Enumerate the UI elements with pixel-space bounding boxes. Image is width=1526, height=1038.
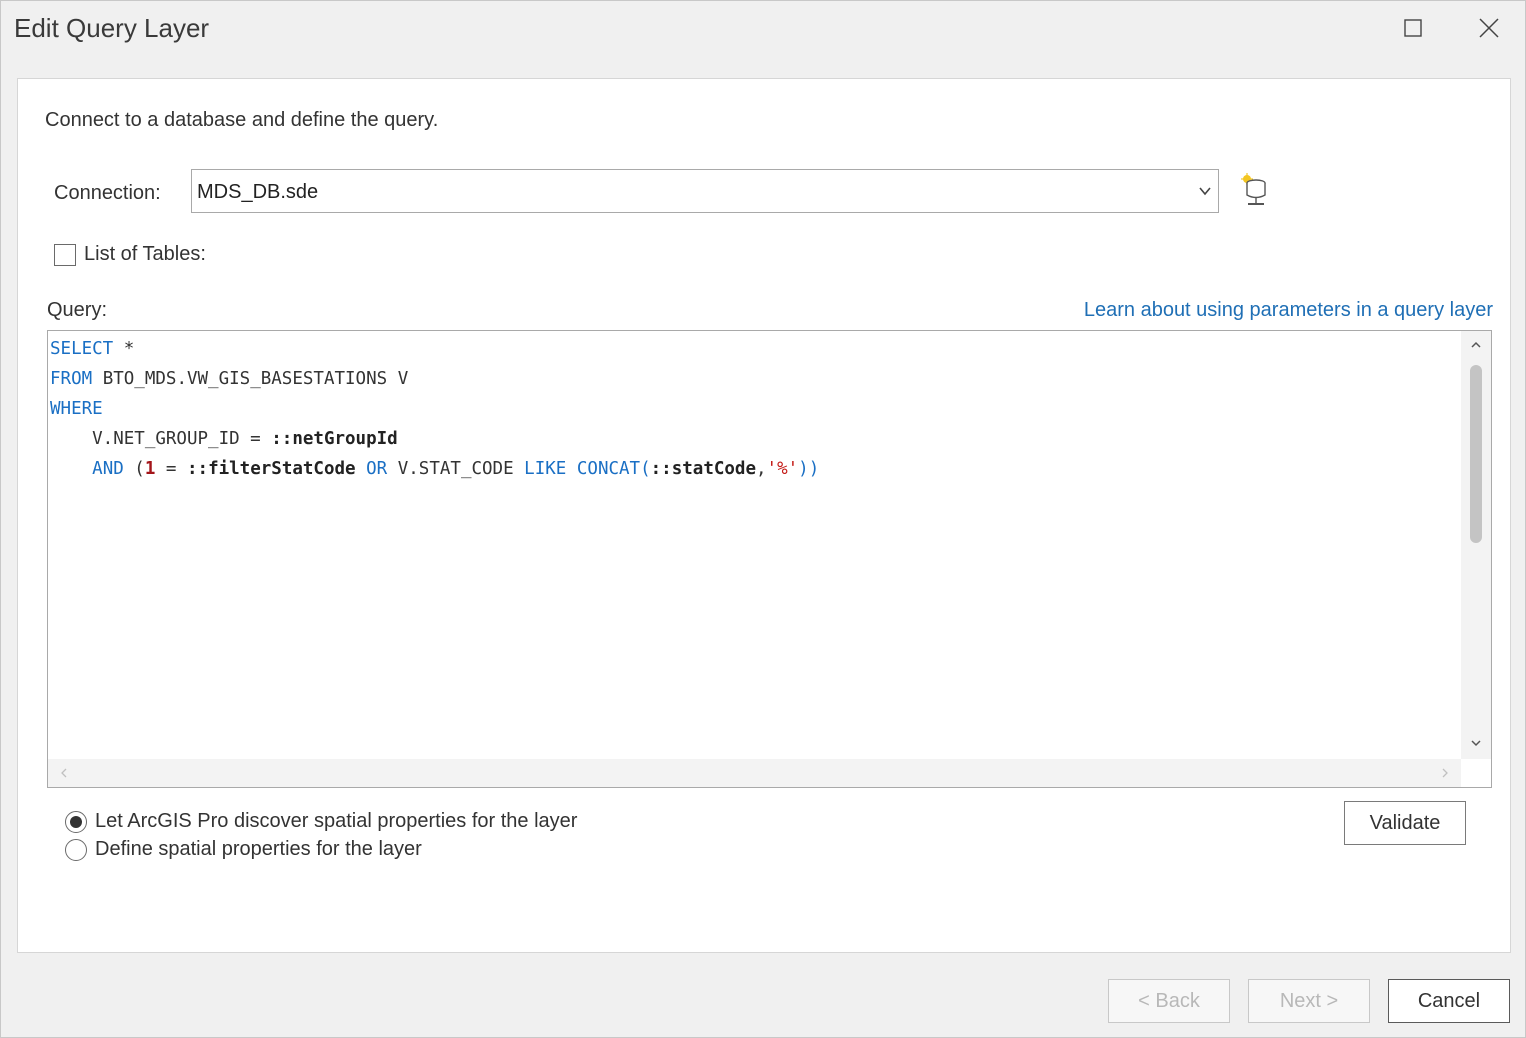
- chevron-down-icon: [1471, 740, 1481, 747]
- content-panel: Connect to a database and define the que…: [17, 78, 1511, 953]
- connection-value: MDS_DB.sde: [197, 181, 319, 203]
- define-spatial-option[interactable]: Define spatial properties for the layer: [65, 838, 422, 861]
- query-line-5: AND (1 = ::filterStatCode OR V.STAT_CODE…: [92, 459, 820, 479]
- scroll-up-button[interactable]: [1461, 331, 1491, 359]
- list-of-tables-label: List of Tables:: [84, 243, 206, 265]
- query-label: Query:: [47, 299, 108, 321]
- chevron-down-icon: [1199, 187, 1211, 196]
- back-button[interactable]: < Back: [1108, 979, 1230, 1023]
- scroll-left-button[interactable]: [52, 759, 76, 787]
- instructions-text: Connect to a database and define the que…: [45, 109, 439, 131]
- define-spatial-radio[interactable]: [65, 838, 87, 861]
- next-button[interactable]: Next >: [1248, 979, 1370, 1023]
- connection-label: Connection:: [54, 182, 161, 204]
- horizontal-scrollbar[interactable]: [48, 759, 1461, 787]
- scroll-right-button[interactable]: [1433, 759, 1457, 787]
- connection-dropdown[interactable]: MDS_DB.sde: [191, 169, 1219, 213]
- cancel-button[interactable]: Cancel: [1388, 979, 1510, 1023]
- chevron-right-icon: [1442, 768, 1448, 778]
- maximize-icon: [1404, 19, 1422, 37]
- edit-query-layer-dialog: Edit Query Layer Connect to a database a…: [0, 0, 1526, 1038]
- close-button[interactable]: [1467, 9, 1511, 47]
- query-line-2: FROM BTO_MDS.VW_GIS_BASESTATIONS V: [50, 369, 409, 389]
- query-code: SELECT * FROM BTO_MDS.VW_GIS_BASESTATION…: [50, 334, 819, 484]
- vertical-scrollbar[interactable]: [1461, 331, 1491, 759]
- chevron-up-icon: [1471, 341, 1481, 348]
- title-bar: Edit Query Layer: [1, 1, 1525, 57]
- discover-spatial-option[interactable]: Let ArcGIS Pro discover spatial properti…: [65, 810, 577, 833]
- new-database-connection-button[interactable]: [1238, 173, 1270, 209]
- close-icon: [1479, 18, 1499, 38]
- query-line-1: SELECT *: [50, 339, 135, 359]
- chevron-left-icon: [61, 768, 67, 778]
- dialog-title: Edit Query Layer: [14, 13, 210, 43]
- list-of-tables-toggle[interactable]: List of Tables:: [54, 243, 206, 266]
- list-of-tables-checkbox[interactable]: [54, 243, 76, 266]
- define-spatial-label: Define spatial properties for the layer: [95, 838, 422, 860]
- discover-spatial-label: Let ArcGIS Pro discover spatial properti…: [95, 810, 578, 832]
- discover-spatial-radio[interactable]: [65, 810, 87, 833]
- query-editor[interactable]: SELECT * FROM BTO_MDS.VW_GIS_BASESTATION…: [47, 330, 1492, 788]
- query-line-3: WHERE: [50, 399, 103, 419]
- vertical-scroll-thumb[interactable]: [1470, 365, 1482, 543]
- learn-parameters-link[interactable]: Learn about using parameters in a query …: [1084, 299, 1493, 322]
- query-line-4: V.NET_GROUP_ID = ::netGroupId: [50, 429, 398, 449]
- database-connection-icon: [1241, 173, 1266, 205]
- maximize-button[interactable]: [1391, 9, 1435, 47]
- scroll-down-button[interactable]: [1461, 729, 1491, 757]
- validate-button[interactable]: Validate: [1344, 801, 1466, 845]
- radio-selected-dot: [70, 815, 82, 828]
- scrollbar-corner: [1461, 759, 1491, 787]
